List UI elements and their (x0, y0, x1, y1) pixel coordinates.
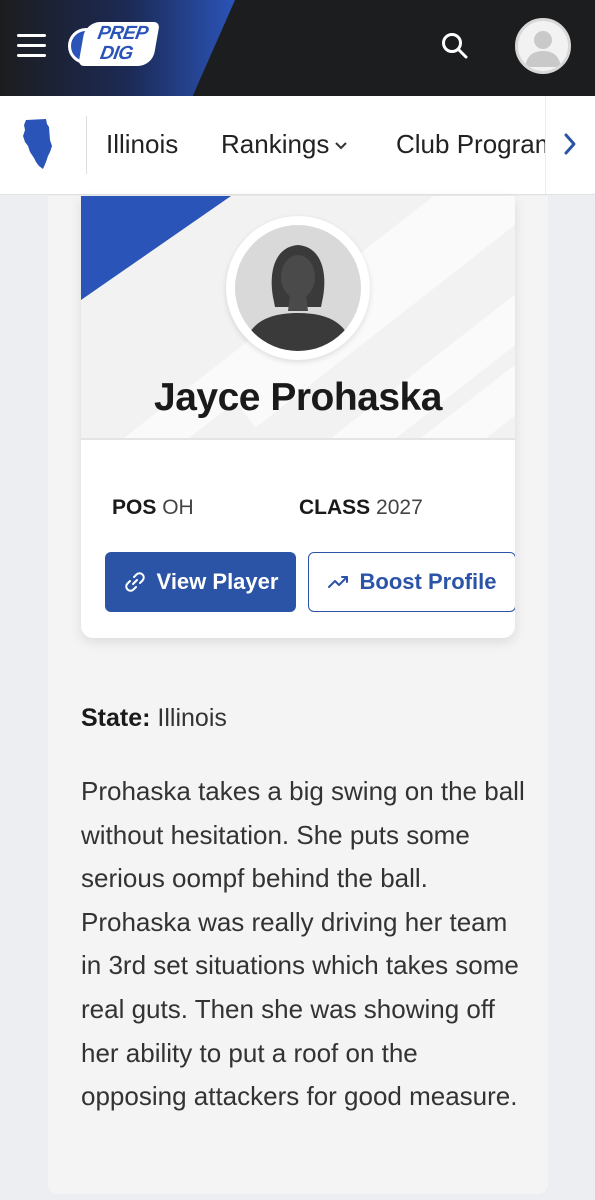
player-silhouette-icon (243, 245, 353, 351)
player-photo (226, 216, 370, 360)
player-state: State: Illinois (81, 704, 227, 733)
chevron-down-icon (335, 137, 348, 155)
logo-text-line2: DIG (98, 43, 135, 64)
banner-blue-corner (81, 196, 231, 300)
nav-item-rankings-label: Rankings (221, 129, 330, 159)
player-name: Jayce Prohaska (154, 376, 442, 419)
nav-item-rankings[interactable]: Rankings (221, 129, 348, 160)
class-value: 2027 (376, 496, 423, 519)
view-player-button[interactable]: View Player (105, 552, 296, 612)
position-value: OH (162, 496, 194, 519)
hamburger-menu-icon[interactable] (17, 34, 46, 58)
class-label: CLASS (299, 496, 371, 519)
illinois-map-icon[interactable] (22, 118, 54, 170)
boost-profile-label: Boost Profile (359, 569, 497, 594)
state-value: Illinois (157, 704, 227, 732)
boost-profile-button[interactable]: Boost Profile (308, 552, 515, 612)
player-card-banner: Jayce Prohaska (81, 196, 515, 440)
search-icon[interactable] (440, 31, 470, 61)
prepdig-logo[interactable]: PREP DIG (68, 22, 166, 72)
state-label: State: (81, 704, 151, 732)
nav-item-club-programs[interactable]: Club Programs (396, 129, 546, 160)
logo-text-line1: PREP (96, 23, 150, 44)
top-header: PREP DIG (0, 0, 595, 96)
user-avatar-icon[interactable] (515, 18, 571, 74)
nav-item-illinois[interactable]: Illinois (106, 129, 178, 160)
nav-divider (86, 116, 87, 174)
player-bio: Prohaska takes a big swing on the ball w… (81, 776, 525, 1112)
player-position: POS OH (112, 496, 194, 520)
link-icon (124, 572, 145, 592)
view-player-label: View Player (156, 569, 279, 594)
chevron-right-icon[interactable] (545, 96, 595, 194)
trending-up-icon (327, 576, 348, 588)
player-card: Jayce Prohaska POS OH CLASS 2027 View Pl… (81, 196, 515, 638)
player-class: CLASS 2027 (299, 496, 423, 520)
position-label: POS (112, 496, 157, 519)
sub-navigation: Illinois Rankings Club Programs (0, 96, 595, 195)
